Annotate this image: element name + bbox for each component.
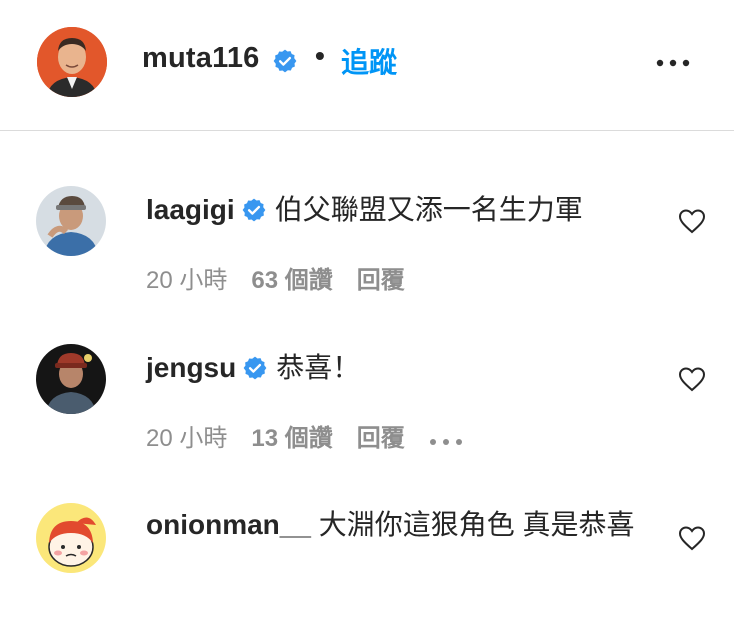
heart-outline-icon[interactable] — [678, 525, 706, 551]
comment-body: jengsu 恭喜！ — [146, 348, 626, 388]
comment-text: 恭喜！ — [276, 352, 361, 383]
commenter-avatar[interactable] — [36, 344, 106, 414]
header-separator: • — [315, 40, 325, 71]
comment-meta: 20 小時 63 個讚 回覆 — [146, 260, 429, 295]
verified-badge-icon — [272, 48, 298, 74]
comment-text: 大淵你這狠角色 真是恭喜 — [318, 509, 635, 540]
reply-button[interactable]: 回覆 — [357, 267, 405, 294]
follow-button[interactable]: 追蹤 — [341, 41, 397, 81]
more-horizontal-icon[interactable] — [655, 55, 691, 71]
commenter-username[interactable]: jengsu — [146, 352, 236, 383]
author-avatar[interactable] — [37, 27, 107, 97]
heart-outline-icon[interactable] — [678, 208, 706, 234]
commenter-username[interactable]: laagigi — [146, 194, 235, 225]
commenter-avatar[interactable] — [36, 186, 106, 256]
verified-badge-icon — [242, 352, 268, 380]
comment-time[interactable]: 20 小時 — [146, 267, 227, 294]
verified-badge-icon — [241, 194, 267, 222]
comment-body: onionman__ 大淵你這狠角色 真是恭喜 — [146, 505, 636, 545]
commenter-username[interactable]: onionman__ — [146, 509, 311, 540]
comment-body: laagigi 伯父聯盟又添一名生力軍 — [146, 190, 626, 230]
post-header: muta116 • 追蹤 — [0, 0, 734, 130]
comment-likes[interactable]: 63 個讚 — [251, 267, 332, 294]
heart-outline-icon[interactable] — [678, 366, 706, 392]
comment-meta: 20 小時 13 個讚 回覆 — [146, 418, 487, 454]
header-divider — [0, 130, 734, 131]
author-username[interactable]: muta116 — [142, 42, 259, 75]
commenter-avatar[interactable] — [36, 503, 106, 573]
comment-text: 伯父聯盟又添一名生力軍 — [274, 194, 583, 225]
reply-button[interactable]: 回覆 — [357, 425, 405, 452]
more-horizontal-icon[interactable] — [429, 426, 463, 454]
comment-time[interactable]: 20 小時 — [146, 425, 227, 452]
comment-likes[interactable]: 13 個讚 — [251, 425, 332, 452]
